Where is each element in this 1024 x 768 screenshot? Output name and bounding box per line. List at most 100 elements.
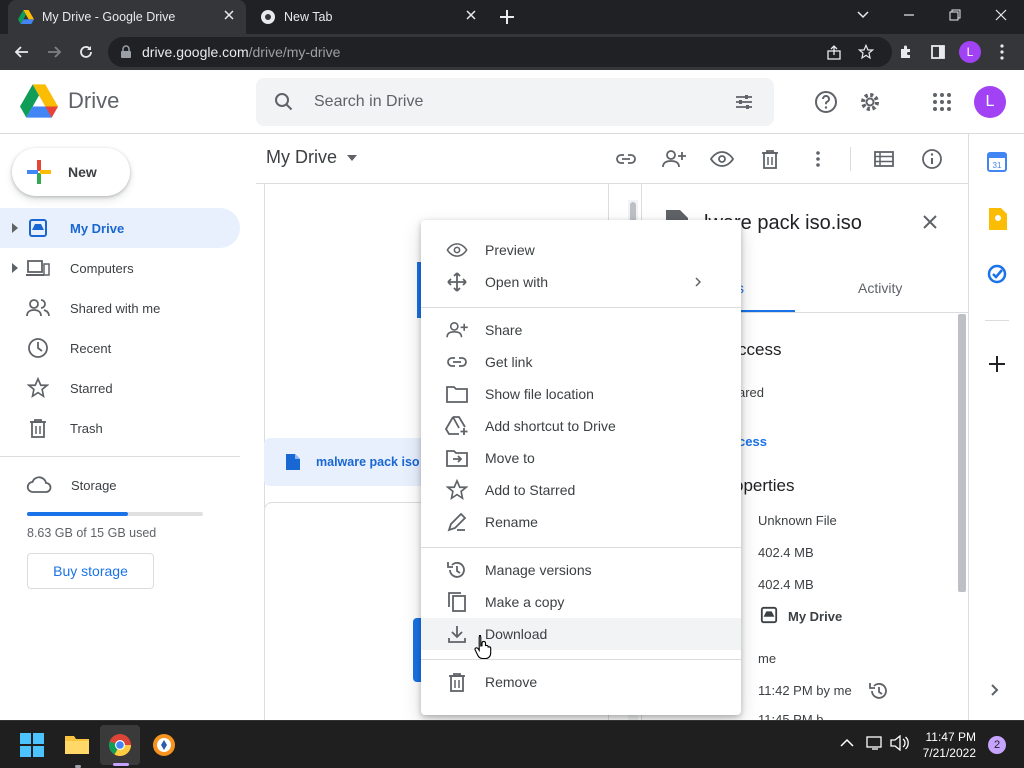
menu-item-preview[interactable]: Preview xyxy=(421,234,741,266)
get-link-icon[interactable] xyxy=(606,139,646,179)
sidebar-divider xyxy=(0,456,240,457)
tab-search-icon[interactable] xyxy=(840,0,886,30)
my-drive-icon xyxy=(760,606,778,624)
add-addon-icon[interactable] xyxy=(988,355,1006,373)
menu-item-rename[interactable]: Rename xyxy=(421,506,741,538)
storage-label[interactable]: Storage xyxy=(71,478,117,493)
remove-trash-icon[interactable] xyxy=(750,139,790,179)
search-icon[interactable] xyxy=(274,92,294,112)
profile-avatar[interactable]: L xyxy=(956,38,984,66)
keep-icon[interactable] xyxy=(987,208,1007,230)
menu-item-label: Remove xyxy=(485,674,538,690)
menu-item-label: Preview xyxy=(485,242,535,258)
expand-arrow-icon[interactable] xyxy=(8,263,22,273)
download-icon xyxy=(445,624,469,644)
forward-icon[interactable] xyxy=(40,38,68,66)
apps-grid-icon[interactable] xyxy=(922,82,962,122)
storage-used-text: 8.63 GB of 15 GB used xyxy=(27,526,157,540)
help-icon[interactable] xyxy=(806,82,846,122)
share-page-icon[interactable] xyxy=(826,45,842,61)
address-bar[interactable]: drive.google.com/drive/my-drive xyxy=(108,37,892,67)
scrollbar-thumb[interactable] xyxy=(958,314,966,592)
menu-item-label: Rename xyxy=(485,514,538,530)
preview-eye-icon[interactable] xyxy=(702,139,742,179)
star-icon xyxy=(445,479,469,501)
lock-icon[interactable] xyxy=(120,45,132,59)
svg-text:31: 31 xyxy=(993,161,1002,170)
calendar-icon[interactable]: 31 xyxy=(987,152,1007,172)
location-dropdown[interactable]: My Drive xyxy=(266,147,357,168)
side-panel-icon[interactable] xyxy=(924,38,952,66)
minimize-icon[interactable] xyxy=(886,0,932,30)
close-tab-icon[interactable] xyxy=(464,8,478,22)
network-icon[interactable] xyxy=(866,735,884,751)
menu-item-manage-versions[interactable]: Manage versions xyxy=(421,554,741,586)
menu-item-download[interactable]: Download xyxy=(421,618,741,650)
info-icon[interactable] xyxy=(912,139,952,179)
scrollbar-thumb[interactable] xyxy=(630,202,636,222)
search-input[interactable]: Search in Drive xyxy=(314,93,423,111)
windows-start-icon[interactable] xyxy=(20,733,44,757)
browser-tab-newtab[interactable]: New Tab xyxy=(250,0,488,34)
location-value[interactable]: My Drive xyxy=(788,609,842,624)
sidebar-item-shared-with-me[interactable]: Shared with me xyxy=(0,288,240,328)
buy-storage-button[interactable]: Buy storage xyxy=(27,553,154,589)
settings-gear-icon[interactable] xyxy=(850,82,890,122)
sidebar-item-trash[interactable]: Trash xyxy=(0,408,240,448)
chrome-menu-icon[interactable] xyxy=(988,38,1016,66)
menu-item-add-shortcut[interactable]: Add shortcut to Drive xyxy=(421,410,741,442)
url-host: drive.google.com xyxy=(142,44,249,60)
manage-access-link[interactable]: cess xyxy=(738,434,767,449)
selected-file-row[interactable]: malware pack iso xyxy=(264,438,444,486)
url-path: /drive/my-drive xyxy=(248,44,341,60)
restore-icon[interactable] xyxy=(932,0,978,30)
back-icon[interactable] xyxy=(8,38,36,66)
avast-browser-icon[interactable] xyxy=(152,733,176,757)
sidebar-item-label: Trash xyxy=(70,420,103,436)
menu-item-get-link[interactable]: Get link xyxy=(421,346,741,378)
menu-item-open-with[interactable]: Open with xyxy=(421,266,741,298)
close-tab-icon[interactable] xyxy=(222,8,236,22)
tasks-icon[interactable] xyxy=(987,264,1007,284)
notification-badge[interactable]: 2 xyxy=(988,736,1006,754)
sidebar-item-label: Shared with me xyxy=(70,300,161,316)
browser-tab-drive[interactable]: My Drive - Google Drive xyxy=(8,0,246,34)
list-view-icon[interactable] xyxy=(864,139,904,179)
system-clock[interactable]: 11:47 PM 7/21/2022 xyxy=(923,729,976,761)
menu-item-label: Manage versions xyxy=(485,562,592,578)
storage-progress-bar xyxy=(27,512,203,516)
extensions-icon[interactable] xyxy=(892,38,920,66)
tab-activity[interactable]: Activity xyxy=(858,280,902,296)
volume-icon[interactable] xyxy=(890,735,910,751)
menu-item-make-a-copy[interactable]: Make a copy xyxy=(421,586,741,618)
menu-item-share[interactable]: Share xyxy=(421,314,741,346)
reload-icon[interactable] xyxy=(72,38,100,66)
menu-item-label: Open with xyxy=(485,274,549,290)
menu-item-move-to[interactable]: Move to xyxy=(421,442,741,474)
account-avatar[interactable]: L xyxy=(974,86,1006,118)
more-actions-icon[interactable] xyxy=(798,139,838,179)
new-tab-icon[interactable] xyxy=(498,8,516,26)
close-icon[interactable] xyxy=(922,214,938,230)
drive-logo[interactable]: Drive xyxy=(20,84,119,118)
menu-item-remove[interactable]: Remove xyxy=(421,666,741,698)
chevron-right-icon[interactable] xyxy=(991,684,999,696)
chevron-up-icon[interactable] xyxy=(840,738,854,748)
share-person-icon[interactable] xyxy=(654,139,694,179)
search-options-icon[interactable] xyxy=(734,92,754,112)
menu-item-add-to-starred[interactable]: Add to Starred xyxy=(421,474,741,506)
sidebar-item-my-drive[interactable]: My Drive xyxy=(0,208,240,248)
expand-arrow-icon[interactable] xyxy=(8,223,22,233)
sidebar-item-computers[interactable]: Computers xyxy=(0,248,240,288)
new-button[interactable]: New xyxy=(12,148,130,196)
sidebar-item-starred[interactable]: Starred xyxy=(0,368,240,408)
file-explorer-icon[interactable] xyxy=(64,733,90,755)
url-text: drive.google.com/drive/my-drive xyxy=(142,44,340,60)
sidebar-item-recent[interactable]: Recent xyxy=(0,328,240,368)
version-history-icon[interactable] xyxy=(868,680,890,702)
bookmark-star-icon[interactable] xyxy=(858,44,874,60)
close-window-icon[interactable] xyxy=(978,0,1024,30)
menu-item-label: Get link xyxy=(485,354,533,370)
search-bar[interactable]: Search in Drive xyxy=(256,78,774,126)
menu-item-show-file-location[interactable]: Show file location xyxy=(421,378,741,410)
